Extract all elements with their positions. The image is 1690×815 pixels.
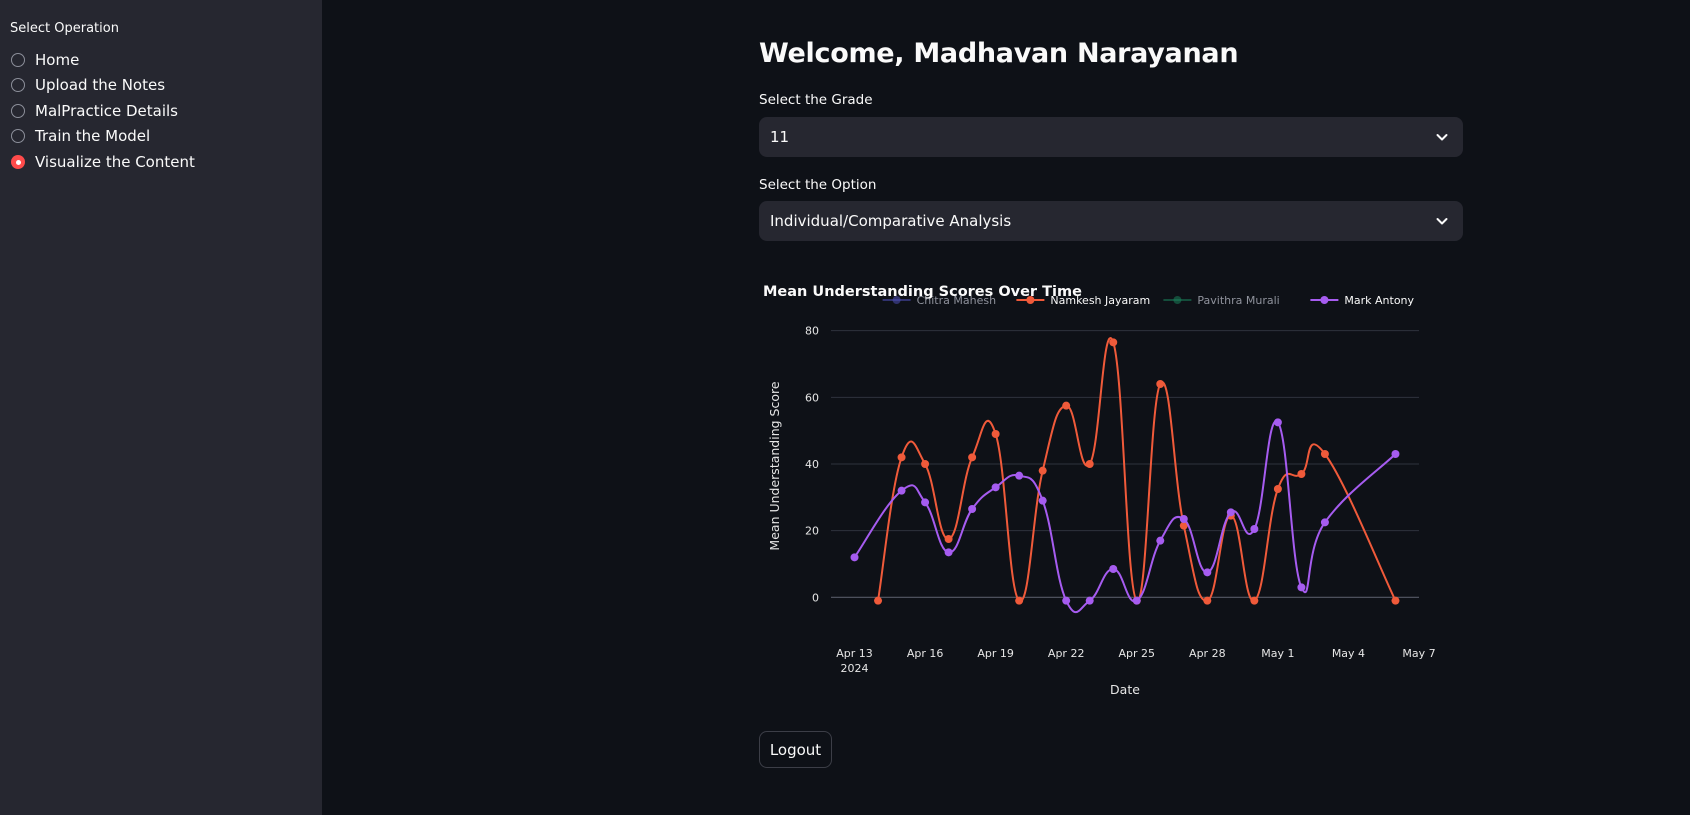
data-point [1038,496,1047,505]
y-tick-label: 20 [805,525,819,538]
data-point [897,486,906,495]
radio-label-train-model: Train the Model [35,127,151,146]
grade-label: Select the Grade [759,92,873,108]
x-tick-label: May 1 [1261,647,1294,660]
radio-label-malpractice-details: MalPractice Details [35,101,178,120]
radio-button-icon[interactable] [11,52,25,67]
series-line [853,420,1397,614]
y-tick-label: 80 [805,325,819,338]
x-axis-label: Date [1110,682,1140,696]
data-point [1273,485,1282,493]
radio-upload-notes[interactable]: Upload the Notes [11,73,195,99]
x-tick-label: May 7 [1402,647,1435,660]
y-tick-label: 0 [812,591,819,604]
y-axis-label: Mean Understanding Score [767,381,782,550]
radio-button-selected-icon[interactable] [11,154,25,169]
option-select[interactable]: Individual/Comparative Analysis [759,201,1463,241]
data-point [968,505,977,513]
data-point [1297,583,1306,592]
data-point [944,548,953,557]
legend-label: Chitra Mahesh [917,294,996,307]
grade-select[interactable]: 11 [759,117,1463,157]
data-point [1297,470,1306,478]
data-point [1085,460,1094,468]
data-point [1085,596,1094,605]
grade-select-value: 11 [770,128,790,146]
x-tick-label: Apr 16 [907,647,944,660]
data-point [850,553,859,562]
legend-label: Pavithra Murali [1197,294,1279,307]
data-point [1156,536,1165,545]
data-point [1273,418,1282,427]
data-point [1179,515,1188,523]
data-point [1038,466,1047,475]
operation-radio-group: Home Upload the Notes MalPractice Detail… [11,47,195,175]
radio-label-upload-notes: Upload the Notes [35,76,166,95]
series-line [877,337,1397,602]
x-tick-sublabel: 2024 [841,662,869,675]
legend-point-marker [1320,296,1329,304]
chevron-down-icon [1436,218,1448,225]
x-tick-label: May 4 [1332,647,1365,660]
data-point [1320,518,1329,527]
data-point [1250,525,1259,533]
data-point [921,498,930,507]
radio-button-icon[interactable] [11,103,25,118]
chart-container: Mean Understanding Scores Over Time 0 20 40… [759,276,1463,697]
data-point [991,483,1000,492]
page-title: Welcome, Madhavan Narayanan [759,38,1239,69]
radio-button-icon[interactable] [11,78,25,93]
x-tick-label: Apr 13 [836,647,873,660]
data-point [1320,450,1329,458]
legend-item: Mark Antony [1310,294,1415,307]
data-point [1062,401,1071,410]
data-point [968,453,977,462]
chevron-down-icon [1436,134,1448,141]
legend-point-marker [1026,296,1035,304]
legend-label: Mark Antony [1344,294,1414,307]
x-tick-label: Apr 28 [1189,647,1226,660]
data-point [1062,596,1071,605]
option-select-value: Individual/Comparative Analysis [770,212,1012,230]
radio-train-model[interactable]: Train the Model [11,124,195,150]
data-point [1203,596,1212,605]
data-point [1250,596,1259,605]
data-point [1132,596,1141,605]
x-tick-label: Apr 25 [1118,647,1155,660]
select-operation-label: Select Operation [10,21,119,36]
x-tick-label: Apr 22 [1048,647,1085,660]
data-point [944,535,953,543]
legend-point-marker [1173,296,1182,304]
legend-item: Pavithra Murali [1163,294,1280,307]
data-point [1391,596,1400,605]
radio-visualize-content[interactable]: Visualize the Content [11,149,195,175]
option-label: Select the Option [759,177,877,193]
data-point [1015,471,1024,480]
radio-malpractice-details[interactable]: MalPractice Details [11,98,195,124]
data-point [1109,338,1118,347]
radio-label-visualize-content: Visualize the Content [35,152,195,171]
sidebar: Select Operation Home Upload the Notes M… [0,0,322,815]
radio-label-home: Home [35,50,80,69]
logout-button[interactable]: Logout [759,731,832,768]
legend-label: Namkesh Jayaram [1050,294,1150,307]
data-point [991,430,1000,438]
legend-point-marker [892,296,901,304]
data-point [1203,568,1212,577]
line-chart: Mean Understanding Scores Over Time02040… [763,284,1436,697]
y-tick-label: 60 [805,391,819,404]
data-point [897,453,906,462]
data-point [874,596,883,605]
y-tick-label: 40 [805,458,819,471]
data-point [1015,596,1024,605]
x-tick-label: Apr 19 [977,647,1014,660]
data-point [1226,508,1235,517]
radio-home[interactable]: Home [11,47,195,73]
data-point [1109,565,1118,573]
data-point [1156,380,1165,388]
radio-button-icon[interactable] [11,129,25,144]
data-point [1391,450,1400,458]
data-point [921,460,930,468]
